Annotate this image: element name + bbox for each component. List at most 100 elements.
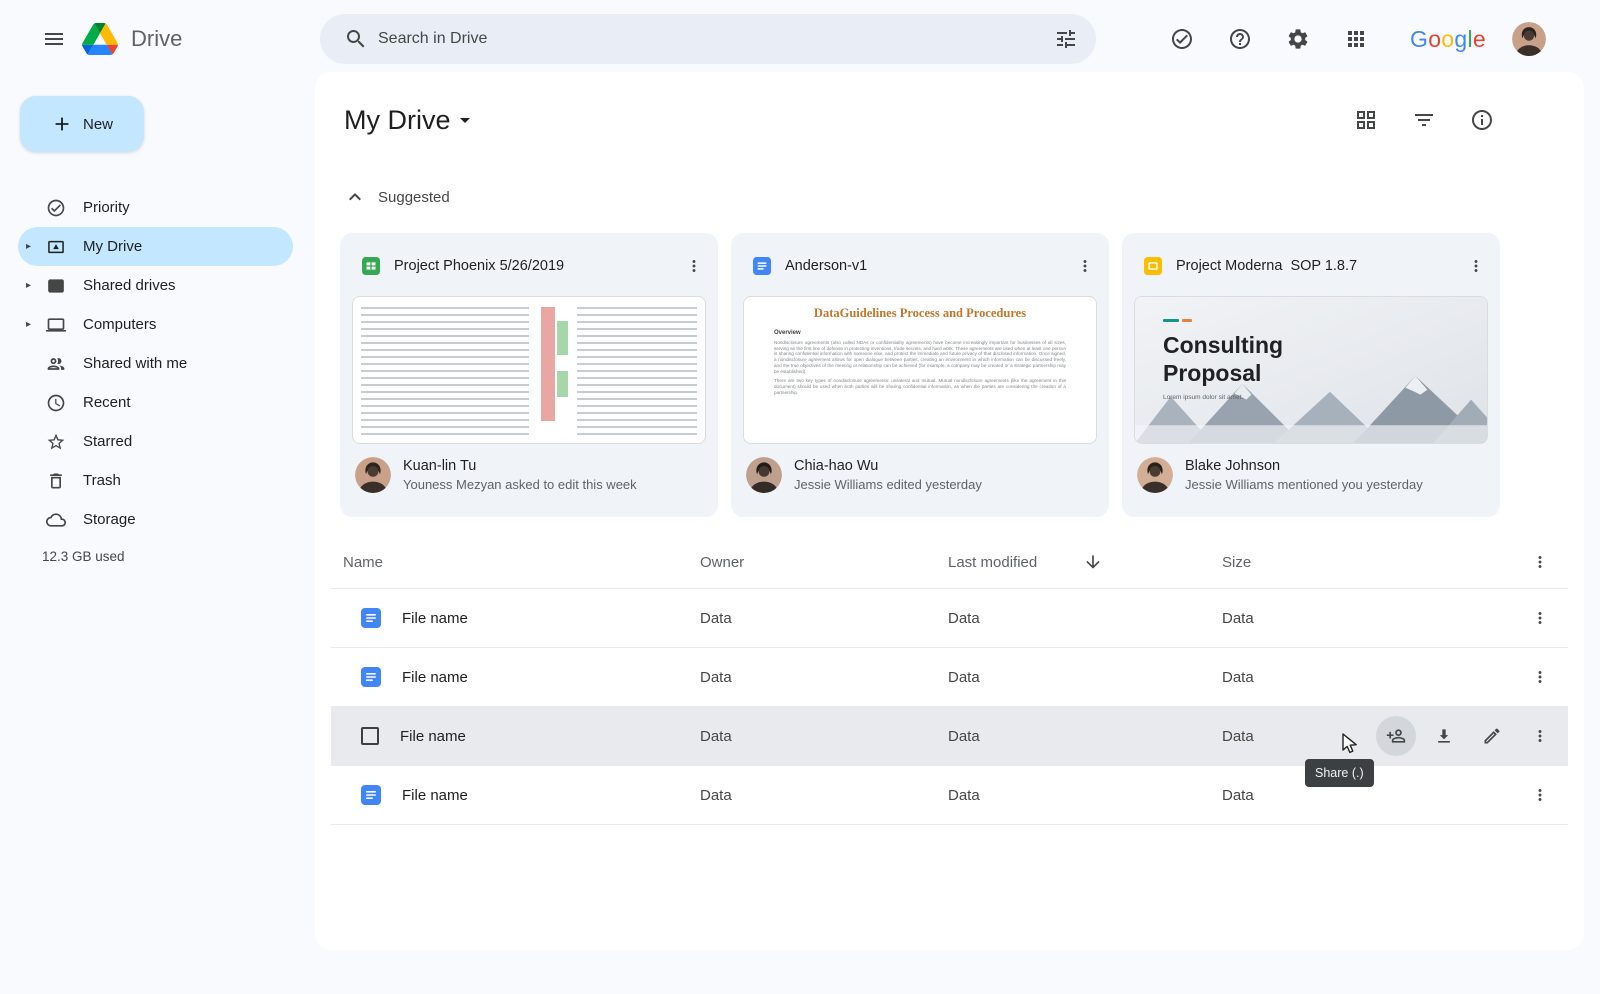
column-header-name[interactable]: Name: [343, 554, 700, 571]
shared-drives-icon: [46, 276, 66, 296]
sidebar: New Priority ▸ My Drive ▸ Shared drives …: [0, 78, 315, 564]
column-header-size[interactable]: Size: [1222, 554, 1372, 571]
row-checkbox[interactable]: [361, 727, 379, 745]
card-more-button[interactable]: [1067, 248, 1103, 284]
card-header: Project Moderna SOP 1.8.7: [1122, 233, 1500, 296]
suggested-card-presentation[interactable]: Project Moderna SOP 1.8.7: [1122, 233, 1500, 517]
row-more-button[interactable]: [1520, 716, 1560, 756]
starred-icon: [46, 432, 66, 452]
main-menu-button[interactable]: [30, 15, 78, 63]
card-more-button[interactable]: [676, 248, 712, 284]
sidebar-item-storage[interactable]: Storage: [18, 500, 293, 539]
sidebar-item-priority[interactable]: Priority: [18, 188, 293, 227]
main-header: My Drive: [315, 72, 1584, 140]
sidebar-item-label: Trash: [83, 472, 121, 489]
size-cell: Data: [1222, 728, 1372, 745]
layout-toggle-button[interactable]: [1346, 100, 1386, 140]
help-icon: [1228, 27, 1252, 51]
rename-button[interactable]: [1472, 716, 1512, 756]
sort-desc-icon[interactable]: [1083, 552, 1103, 572]
modified-cell: Data: [948, 787, 1222, 804]
download-button[interactable]: [1424, 716, 1464, 756]
avatar-image: [1512, 22, 1546, 56]
owner-cell: Data: [700, 787, 948, 804]
column-header-owner[interactable]: Owner: [700, 554, 948, 571]
suggested-section-header: Suggested: [341, 183, 1584, 211]
kebab-icon: [1531, 668, 1549, 686]
slide-subtitle: Lorem ipsum dolor sit amet.: [1163, 394, 1283, 401]
row-more-button[interactable]: [1520, 657, 1560, 697]
table-settings-button[interactable]: [1520, 542, 1560, 582]
sidebar-item-my-drive[interactable]: ▸ My Drive: [18, 227, 293, 266]
document-icon: [753, 257, 771, 275]
presentation-icon: [1144, 257, 1162, 275]
sidebar-item-recent[interactable]: Recent: [18, 383, 293, 422]
collapse-suggested-button[interactable]: [341, 183, 369, 211]
sidebar-item-computers[interactable]: ▸ Computers: [18, 305, 293, 344]
sidebar-item-starred[interactable]: Starred: [18, 422, 293, 461]
share-button[interactable]: [1376, 716, 1416, 756]
modified-cell: Data: [948, 669, 1222, 686]
offline-check-icon: [1170, 27, 1194, 51]
card-header: Anderson-v1: [731, 233, 1109, 296]
owner-avatar: [746, 457, 782, 493]
column-header-last-modified[interactable]: Last modified: [948, 552, 1222, 572]
support-button[interactable]: [1216, 15, 1264, 63]
shared-with-me-icon: [46, 354, 66, 374]
page-title-dropdown[interactable]: My Drive: [344, 100, 477, 140]
table-row[interactable]: File name Data Data Data: [331, 766, 1568, 825]
sidebar-item-label: My Drive: [83, 238, 142, 255]
owner-cell: Data: [700, 669, 948, 686]
dropdown-caret-icon: [453, 108, 477, 132]
search-options-button[interactable]: [1042, 15, 1090, 63]
search-input[interactable]: [378, 30, 1042, 48]
row-more-button[interactable]: [1520, 775, 1560, 815]
details-button[interactable]: [1462, 100, 1502, 140]
app-name: Drive: [131, 26, 182, 52]
main-surface: My Drive Suggested Project Phoe: [315, 72, 1584, 950]
slide-accent-dashes: [1163, 319, 1283, 322]
activity-text: Jessie Williams edited yesterday: [794, 476, 982, 494]
owner-avatar: [1137, 457, 1173, 493]
sidebar-item-label: Computers: [83, 316, 156, 333]
sidebar-item-shared-drives[interactable]: ▸ Shared drives: [18, 266, 293, 305]
filter-icon: [1412, 108, 1436, 132]
file-name: File name: [402, 610, 468, 627]
suggested-card-document[interactable]: Anderson-v1 DataGuidelines Process and P…: [731, 233, 1109, 517]
sidebar-item-label: Storage: [83, 511, 136, 528]
drive-logo: [82, 23, 118, 55]
size-cell: Data: [1222, 787, 1372, 804]
expand-arrow-icon[interactable]: ▸: [26, 227, 31, 266]
expand-arrow-icon[interactable]: ▸: [26, 266, 31, 305]
table-row-selected[interactable]: File name Data Data Data: [331, 707, 1568, 766]
sidebar-item-trash[interactable]: Trash: [18, 461, 293, 500]
table-header-row: Name Owner Last modified Size: [331, 536, 1568, 589]
card-footer: Blake Johnson Jessie Williams mentioned …: [1122, 444, 1500, 494]
sidebar-item-shared-with-me[interactable]: Shared with me: [18, 344, 293, 383]
tune-icon: [1054, 27, 1078, 51]
offline-status-button[interactable]: [1158, 15, 1206, 63]
row-more-button[interactable]: [1520, 598, 1560, 638]
avatar-image: [1137, 457, 1173, 493]
filter-button[interactable]: [1404, 100, 1444, 140]
account-avatar[interactable]: [1512, 22, 1546, 56]
kebab-icon: [1531, 609, 1549, 627]
settings-button[interactable]: [1274, 15, 1322, 63]
apps-grid-icon: [1344, 27, 1368, 51]
google-apps-button[interactable]: [1332, 15, 1380, 63]
expand-arrow-icon[interactable]: ▸: [26, 305, 31, 344]
card-more-button[interactable]: [1458, 248, 1494, 284]
new-button-label: New: [83, 116, 113, 133]
owner-cell: Data: [700, 610, 948, 627]
card-title: Project Moderna SOP 1.8.7: [1176, 258, 1444, 274]
kebab-icon: [1531, 786, 1549, 804]
google-wordmark: Google: [1410, 26, 1486, 53]
grid-view-icon: [1354, 108, 1378, 132]
drive-brand: Drive: [82, 0, 182, 78]
suggested-card-spreadsheet[interactable]: Project Phoenix 5/26/2019 Kuan-lin Tu Yo…: [340, 233, 718, 517]
document-preview: DataGuidelines Process and Procedures Ov…: [744, 297, 1096, 443]
new-button[interactable]: New: [20, 96, 144, 152]
table-row[interactable]: File name Data Data Data: [331, 589, 1568, 648]
document-preview-subheading: Overview: [774, 330, 1066, 336]
table-row[interactable]: File name Data Data Data: [331, 648, 1568, 707]
